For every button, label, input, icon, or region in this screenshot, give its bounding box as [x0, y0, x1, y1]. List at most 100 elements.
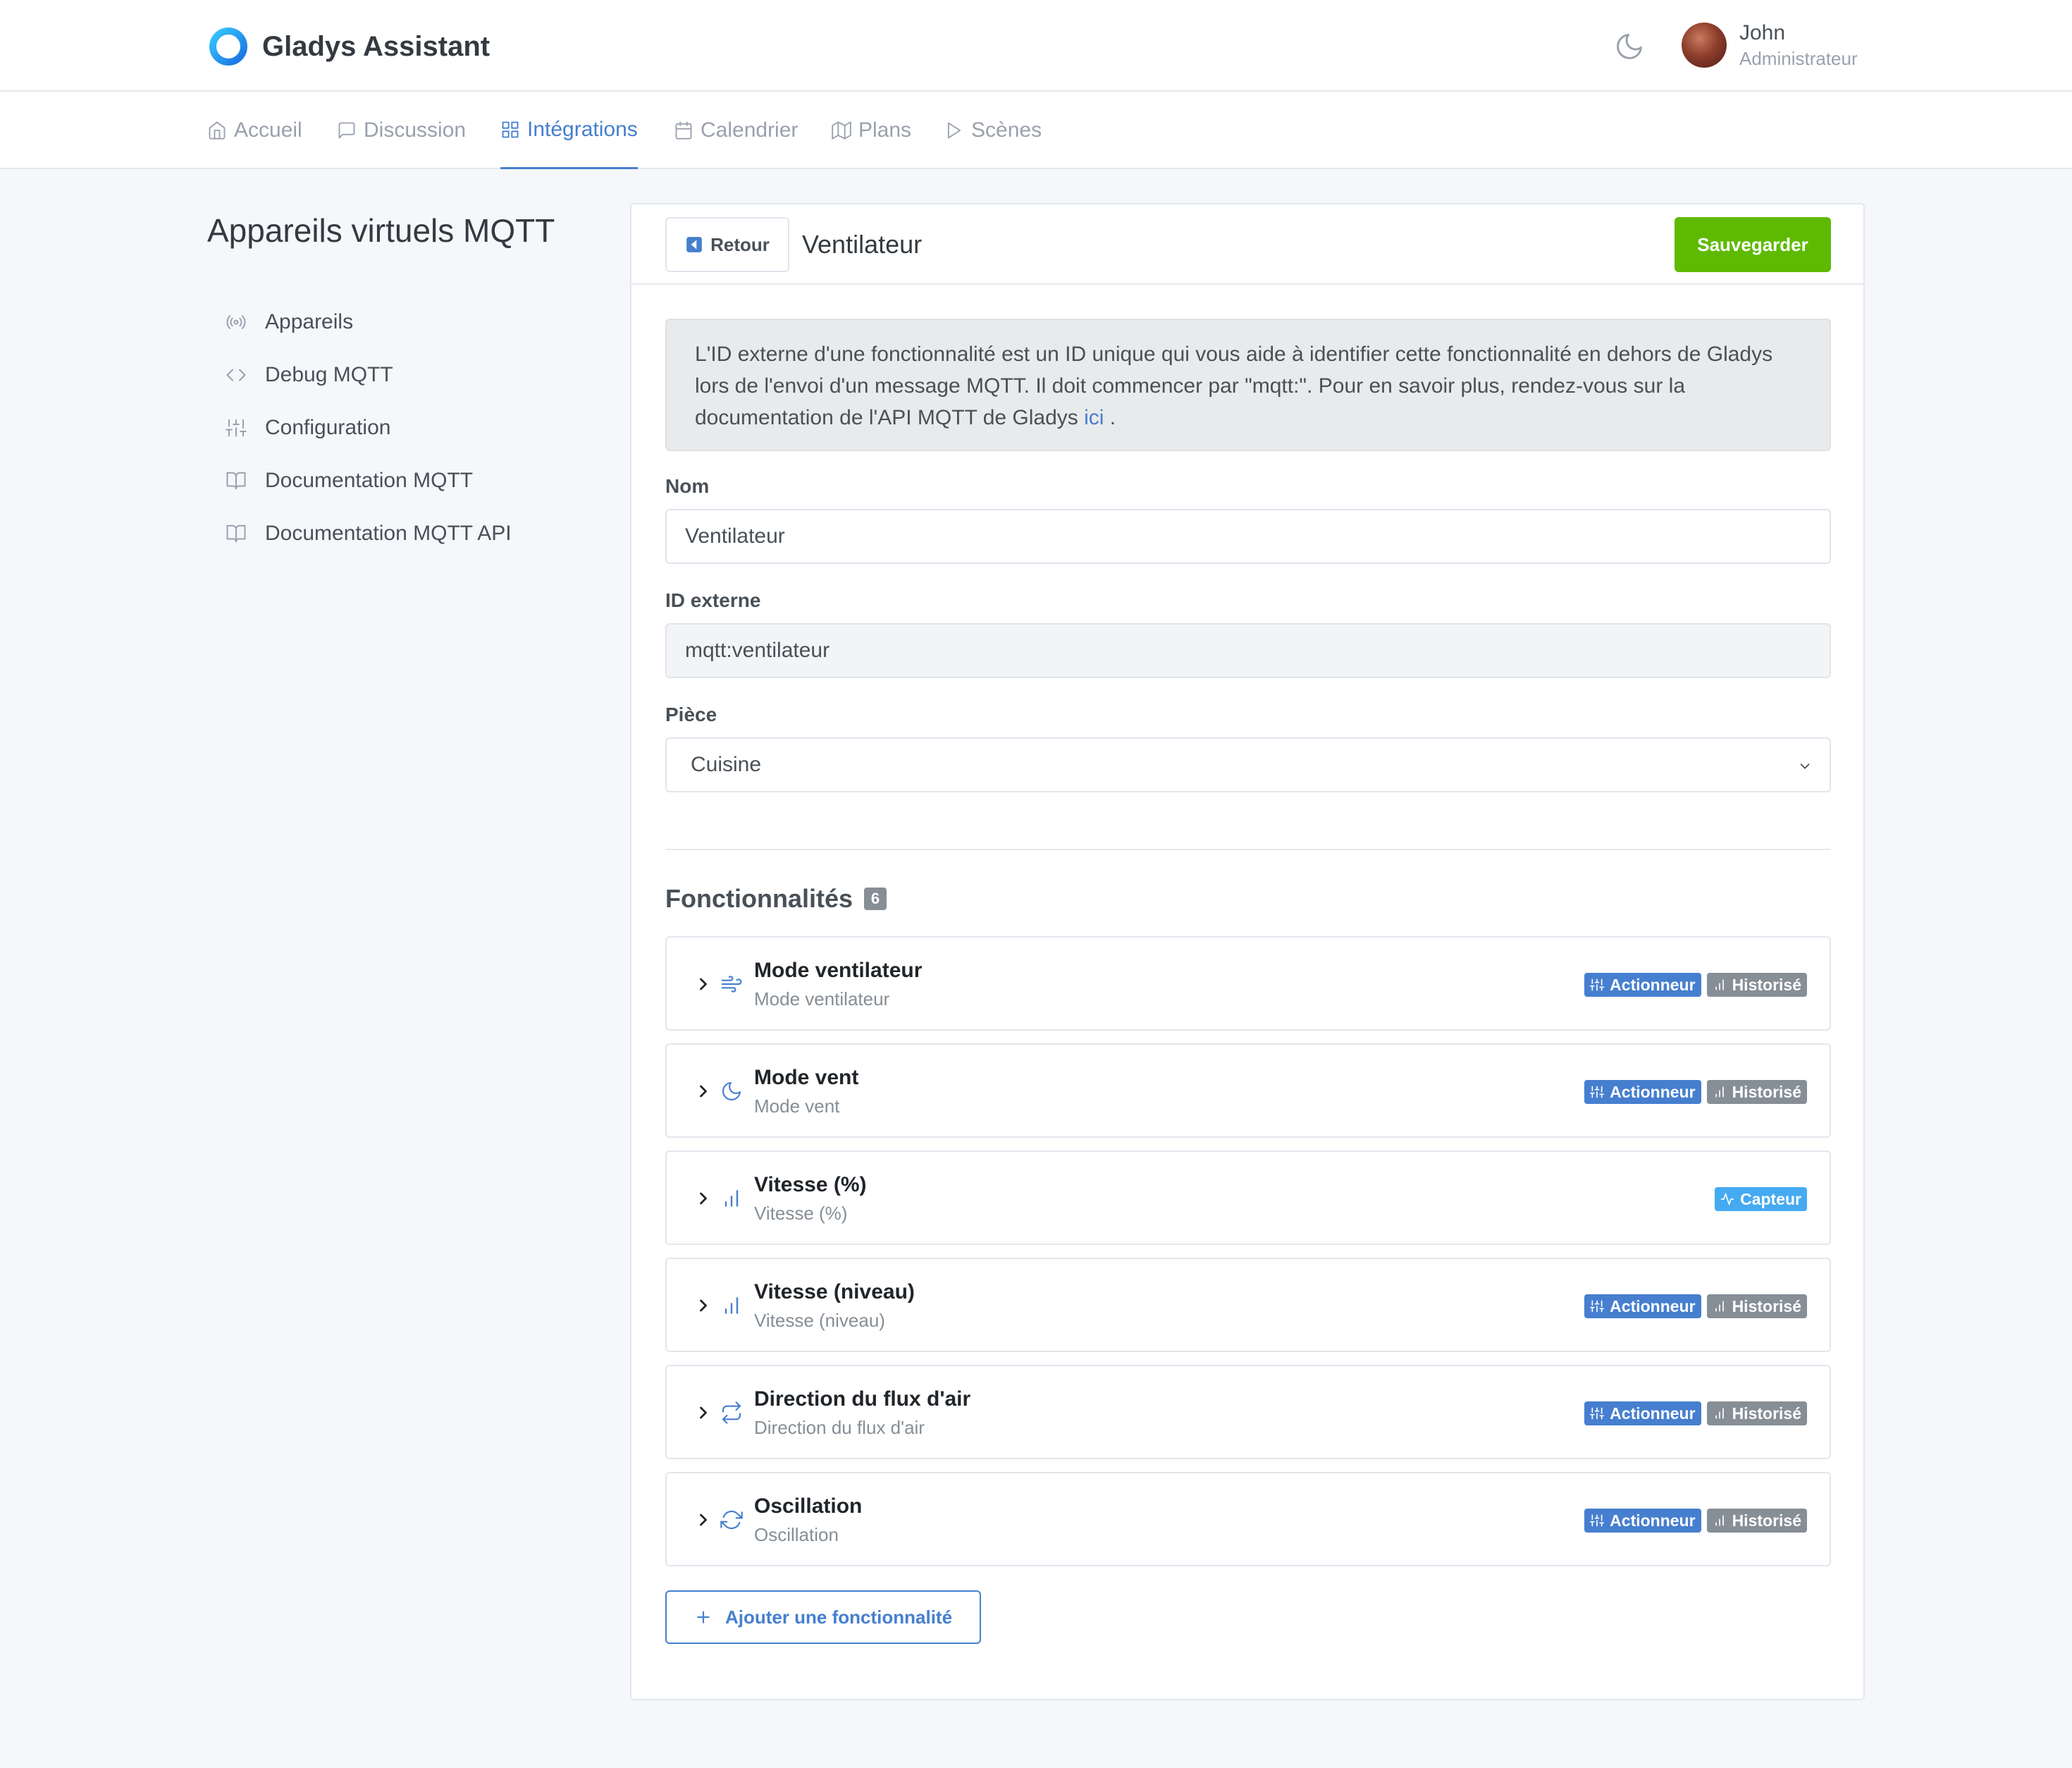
- info-text-end: .: [1104, 406, 1116, 429]
- add-feature-button[interactable]: Ajouter une fonctionnalité: [665, 1590, 981, 1644]
- nav-label: Scènes: [971, 118, 1042, 142]
- info-link[interactable]: ici: [1084, 406, 1104, 429]
- brand[interactable]: Gladys Assistant: [209, 25, 490, 68]
- chevron-right-icon[interactable]: [693, 1081, 713, 1101]
- name-input[interactable]: Ventilateur: [665, 509, 1831, 564]
- nav-item-plans[interactable]: Plans: [832, 92, 911, 169]
- save-button[interactable]: Sauvegarder: [1675, 217, 1831, 272]
- back-button-label: Retour: [710, 233, 770, 255]
- feature-item-mode-ventilateur[interactable]: Mode ventilateur Mode ventilateur Action…: [665, 936, 1831, 1031]
- actuator-badge: Actionneur: [1584, 1401, 1701, 1425]
- device-title: Ventilateur: [802, 230, 923, 259]
- user-name[interactable]: John: [1739, 21, 1785, 45]
- sidebar-item-label: Configuration: [265, 416, 391, 439]
- room-select[interactable]: Cuisine: [665, 737, 1831, 792]
- home-icon: [209, 121, 226, 140]
- wind-icon: [721, 976, 742, 993]
- sidebar-item-label: Appareils: [265, 310, 354, 333]
- nav-label: Calendrier: [701, 118, 798, 142]
- nav-label: Intégrations: [527, 117, 638, 141]
- chevron-right-icon[interactable]: [693, 1510, 713, 1530]
- book-open-icon: [226, 472, 246, 490]
- actuator-badge-label: Actionneur: [1610, 1511, 1696, 1530]
- calendar-icon: [675, 121, 692, 140]
- nav-item-integrations[interactable]: Intégrations: [500, 92, 638, 169]
- external-id-label: ID externe: [665, 589, 761, 611]
- feature-badges: Actionneur Historisé: [1584, 1401, 1807, 1425]
- sliders-icon: [226, 419, 247, 437]
- sensor-badge: Capteur: [1715, 1187, 1807, 1211]
- historized-badge-label: Historisé: [1732, 975, 1801, 994]
- sidebar-item-configuration[interactable]: Configuration: [226, 414, 390, 442]
- divider: [665, 849, 1831, 850]
- feature-item-oscillation[interactable]: Oscillation Oscillation Actionneur Histo…: [665, 1472, 1831, 1566]
- back-button[interactable]: Retour: [665, 217, 789, 272]
- feature-name: Vitesse (%): [754, 1173, 867, 1196]
- historized-badge: Historisé: [1706, 1401, 1807, 1425]
- chevron-down-icon: [1800, 763, 1810, 769]
- avatar[interactable]: [1682, 23, 1727, 68]
- play-icon: [947, 122, 961, 139]
- feature-item-vitesse-niveau[interactable]: Vitesse (niveau) Vitesse (niveau) Action…: [665, 1258, 1831, 1352]
- feature-badges: Actionneur Historisé: [1584, 1080, 1807, 1104]
- sidebar-item-documentation-mqtt[interactable]: Documentation MQTT: [226, 467, 473, 495]
- room-label: Pièce: [665, 704, 717, 725]
- nav-label: Accueil: [234, 118, 302, 142]
- book-open-icon: [226, 524, 246, 543]
- sidebar-item-appareils[interactable]: Appareils: [226, 308, 353, 336]
- historized-badge-label: Historisé: [1732, 1082, 1801, 1101]
- refresh-icon: [720, 1511, 743, 1529]
- nav-item-accueil[interactable]: Accueil: [207, 92, 302, 169]
- user-role: Administrateur: [1739, 48, 1858, 69]
- chevron-right-icon[interactable]: [693, 1189, 713, 1208]
- sliders-icon: [1590, 1086, 1605, 1098]
- app-name: Gladys Assistant: [262, 30, 491, 62]
- room-select-value: Cuisine: [691, 753, 762, 776]
- feature-name: Mode ventilateur: [754, 959, 923, 982]
- caret-left-square-icon: [686, 237, 702, 252]
- feature-badges: Capteur: [1715, 1187, 1807, 1211]
- sidebar-item-documentation-mqtt-api[interactable]: Documentation MQTT API: [226, 520, 512, 548]
- sidebar-item-debug-mqtt[interactable]: Debug MQTT: [226, 361, 393, 389]
- nav-item-scenes[interactable]: Scènes: [944, 92, 1042, 169]
- feature-item-mode-vent[interactable]: Mode vent Mode vent Actionneur Historisé: [665, 1043, 1831, 1138]
- radio-icon: [226, 315, 246, 329]
- dark-mode-moon-icon[interactable]: [1614, 31, 1645, 62]
- chevron-right-icon[interactable]: [693, 974, 713, 994]
- historized-badge: Historisé: [1706, 1509, 1807, 1533]
- bar-chart-icon: [724, 1190, 739, 1207]
- feature-description: Vitesse (niveau): [754, 1310, 885, 1331]
- nav-item-calendrier[interactable]: Calendrier: [674, 92, 798, 169]
- bar-chart-icon: [1715, 1515, 1724, 1526]
- sensor-badge-label: Capteur: [1740, 1189, 1801, 1208]
- feature-name: Vitesse (niveau): [754, 1280, 915, 1303]
- nav-label: Discussion: [364, 118, 467, 142]
- historized-badge: Historisé: [1706, 1080, 1807, 1104]
- name-label: Nom: [665, 475, 710, 497]
- historized-badge: Historisé: [1706, 973, 1807, 997]
- features-title-text: Fonctionnalités: [665, 884, 853, 913]
- feature-item-direction-flux[interactable]: Direction du flux d'air Direction du flu…: [665, 1365, 1831, 1459]
- historized-badge: Historisé: [1706, 1294, 1807, 1318]
- bar-chart-icon: [1715, 1408, 1724, 1419]
- message-square-icon: [338, 122, 355, 139]
- main-nav: Accueil Discussion Intégrations Calendri…: [0, 92, 2072, 169]
- sliders-icon: [1590, 1514, 1605, 1527]
- moon-icon: [722, 1081, 741, 1100]
- bar-chart-icon: [1715, 1301, 1724, 1312]
- info-alert: L'ID externe d'une fonctionnalité est un…: [665, 319, 1831, 451]
- actuator-badge-label: Actionneur: [1610, 1296, 1696, 1315]
- grid-icon: [502, 121, 519, 137]
- features-title: Fonctionnalités 6: [665, 884, 887, 914]
- nav-item-discussion[interactable]: Discussion: [337, 92, 466, 169]
- feature-badges: Actionneur Historisé: [1584, 1294, 1807, 1318]
- external-id-input[interactable]: mqtt:ventilateur: [665, 623, 1831, 678]
- chevron-right-icon[interactable]: [693, 1403, 713, 1423]
- chevron-right-icon[interactable]: [693, 1296, 713, 1315]
- feature-description: Mode vent: [754, 1095, 840, 1117]
- feature-description: Mode ventilateur: [754, 988, 890, 1009]
- feature-description: Direction du flux d'air: [754, 1417, 925, 1438]
- feature-item-vitesse-percent[interactable]: Vitesse (%) Vitesse (%) Capteur: [665, 1150, 1831, 1245]
- repeat-icon: [722, 1401, 741, 1424]
- bar-chart-icon: [1715, 979, 1724, 990]
